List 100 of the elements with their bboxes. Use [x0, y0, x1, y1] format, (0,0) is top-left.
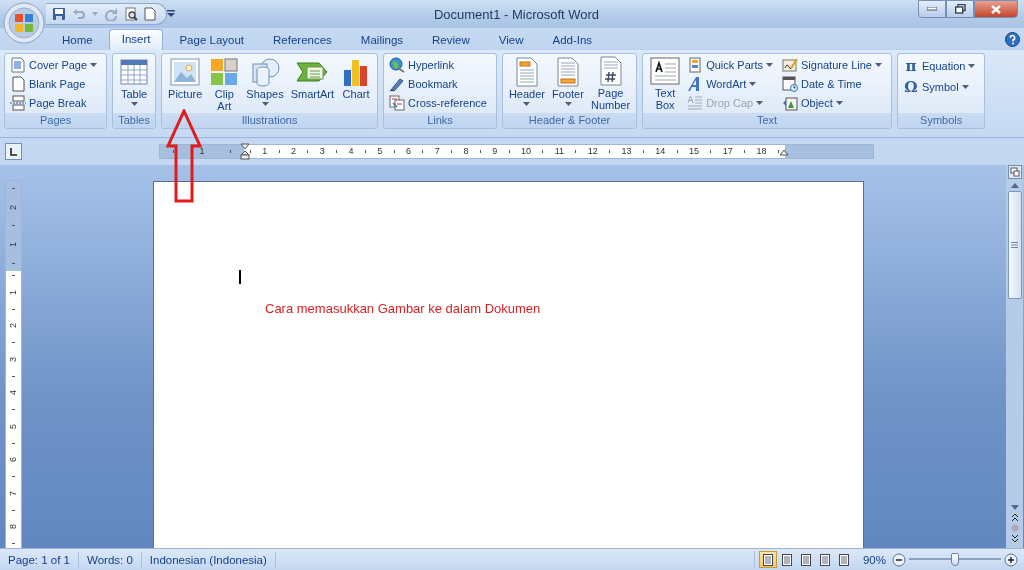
ruler-number: 12 [587, 146, 598, 157]
ruler-number: 6 [406, 146, 412, 157]
ribbon-tab[interactable]: Add-Ins [539, 30, 606, 50]
ribbon-button[interactable]: Date & Time [780, 74, 884, 94]
ruler-number: 7 [434, 146, 440, 157]
cross-reference-icon [389, 95, 406, 112]
ribbon-button[interactable]: Hyperlink [387, 55, 489, 75]
ribbon-button[interactable]: π Equation [900, 55, 978, 76]
ribbon-button[interactable]: Page Break [8, 93, 100, 113]
help-icon[interactable] [1005, 31, 1020, 47]
group-label: Text [643, 113, 891, 128]
globe-icon [389, 56, 406, 73]
ribbon-tab[interactable]: Mailings [347, 30, 417, 50]
ruler-number: 18 [756, 146, 767, 157]
scroll-thumb[interactable] [1007, 191, 1022, 299]
ribbon-button[interactable]: WordArt [685, 74, 775, 94]
shapes-icon [249, 55, 281, 88]
ribbon-large-button[interactable]: Picture [165, 55, 206, 113]
word-count[interactable]: Words: 0 [79, 551, 142, 568]
group-label: Tables [113, 113, 156, 128]
ribbon-tab[interactable]: Insert [108, 29, 164, 50]
ribbon-button[interactable]: Ω Symbol [900, 76, 978, 97]
language-indicator[interactable]: Indonesian (Indonesia) [141, 551, 276, 568]
ruler-number: 3 [319, 146, 325, 157]
ribbon-tab[interactable]: Home [49, 30, 106, 50]
close-button[interactable] [974, 0, 1018, 18]
zoom-out-icon[interactable] [892, 552, 906, 567]
slider-thumb[interactable] [951, 553, 959, 566]
ruler-number: 7 [9, 490, 18, 496]
new-document-icon[interactable] [144, 7, 156, 21]
ribbon-tab[interactable]: View [485, 30, 537, 50]
pen-icon [389, 76, 406, 92]
ribbon-button[interactable]: Blank Page [8, 74, 100, 94]
ruler-number: 2 [291, 146, 297, 157]
ribbon-button[interactable]: Quick Parts [685, 55, 775, 75]
ribbon-large-button[interactable]: Table [116, 55, 153, 113]
object-icon [782, 95, 798, 112]
ribbon-large-button[interactable]: Shapes [243, 55, 287, 113]
signature-icon [782, 56, 798, 73]
page-view-icon [818, 553, 831, 566]
ribbon-tab[interactable]: Page Layout [166, 30, 258, 50]
ruler-number: 3 [9, 356, 18, 362]
next-page-icon[interactable] [1010, 534, 1019, 542]
ruler-number: 8 [9, 524, 18, 530]
ribbon-button[interactable]: Cross-reference [387, 93, 489, 113]
restore-icon [954, 4, 966, 14]
customize-menu-icon[interactable] [167, 10, 175, 18]
ruler-number: 1 [9, 289, 18, 295]
ribbon-large-button[interactable]: Footer [549, 55, 587, 113]
ribbon-large-button[interactable]: Chart [338, 55, 375, 113]
page-count[interactable]: Page: 1 of 1 [0, 551, 80, 568]
blank-page-icon [10, 76, 26, 92]
ruler-number: 4 [9, 390, 18, 396]
ribbon-tab[interactable]: Review [419, 30, 483, 50]
calendar-icon [782, 76, 798, 92]
document-page[interactable]: Cara memasukkan Gambar ke dalam Dokumen [153, 181, 864, 548]
ribbon-button[interactable]: Cover Page [8, 55, 100, 75]
tab-selector[interactable] [5, 143, 22, 160]
ribbon-button[interactable]: Signature Line [780, 55, 884, 75]
page-view-icon [761, 553, 774, 566]
indent-marker-icon[interactable] [779, 149, 789, 157]
ruler-number: 10 [520, 146, 531, 157]
ruler-number: 4 [348, 146, 354, 157]
view-button[interactable] [758, 551, 777, 568]
quick-parts-icon [687, 56, 704, 73]
ruler-number: 11 [554, 146, 565, 157]
page-view-icon [837, 553, 850, 566]
ribbon-large-button[interactable]: SmartArt [287, 55, 338, 113]
group-label: Links [384, 113, 496, 128]
ruler-number: 15 [688, 146, 699, 157]
page-view-icon [780, 553, 793, 566]
previous-page-icon[interactable] [1010, 514, 1019, 522]
ribbon-large-button[interactable]: Clip Art [206, 55, 243, 113]
ruler-number: 5 [377, 146, 383, 157]
ribbon-button[interactable]: Bookmark [387, 74, 489, 94]
save-icon[interactable] [52, 7, 66, 21]
scroll-up-icon[interactable] [1009, 181, 1020, 189]
zoom-in-icon[interactable] [1004, 552, 1018, 567]
zoom-level[interactable]: 90% [856, 553, 892, 566]
minimize-icon [927, 7, 937, 11]
ruler-number: 13 [621, 146, 632, 157]
symbol-glyph: π [904, 56, 918, 75]
indent-marker-icon[interactable] [240, 143, 250, 160]
ribbon-tab[interactable]: References [260, 30, 345, 50]
ruler-toggle-icon[interactable] [1007, 165, 1022, 179]
print-preview-icon[interactable] [124, 7, 138, 21]
vertical-scrollbar[interactable] [1006, 165, 1023, 548]
ruler-number: 1 [262, 146, 268, 157]
ribbon-large-button[interactable]: Header [505, 55, 548, 113]
text-box-icon [649, 55, 682, 87]
window-title: Document1 - Microsoft Word [433, 6, 600, 22]
group-label: Illustrations [162, 113, 378, 128]
group-label: Pages [5, 113, 107, 128]
ribbon-button[interactable]: Object [780, 93, 884, 113]
ruler-number: 9 [492, 146, 498, 157]
page-break-icon [10, 95, 26, 112]
ruler-number: 1 [199, 146, 205, 157]
cover-page-icon [10, 56, 26, 73]
tab-stop-icon [9, 147, 18, 156]
restore-button[interactable] [946, 0, 974, 18]
